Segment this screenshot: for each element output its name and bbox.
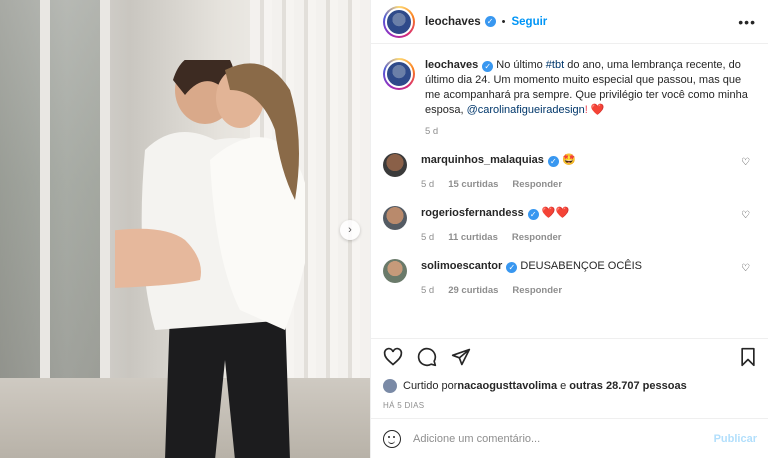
action-icons [383, 341, 757, 373]
separator-dot: • [501, 15, 506, 28]
next-photo-button[interactable]: › [340, 220, 360, 240]
verified-badge-icon: ✓ [484, 16, 496, 27]
comment-text: ❤️❤️ [541, 207, 570, 219]
like-comment-heart-icon[interactable]: ♡ [741, 263, 750, 274]
posted-ago: HÁ 5 DIAS [383, 401, 425, 410]
post-header: leochaves ✓ • Seguir ••• [371, 0, 768, 44]
like-comment-heart-icon[interactable]: ♡ [741, 157, 750, 168]
author-username[interactable]: leochaves [425, 16, 481, 28]
comment-username[interactable]: rogeriosfernandess [421, 207, 524, 219]
reply-button[interactable]: Responder [512, 179, 562, 190]
liker-username[interactable]: nacaogusttavolima [457, 380, 557, 392]
reply-button[interactable]: Responder [512, 285, 562, 296]
caption-username[interactable]: leochaves [425, 59, 478, 71]
caption: leochaves ✓ No último #tbt do ano, uma le… [383, 58, 756, 118]
follow-button[interactable]: Seguir [511, 16, 547, 28]
bookmark-icon[interactable] [739, 347, 757, 367]
comment-avatar[interactable] [383, 206, 407, 230]
chevron-right-icon: › [348, 224, 352, 236]
comment-likes[interactable]: 29 curtidas [448, 285, 498, 296]
add-comment-bar: Publicar [371, 418, 768, 458]
post-photo[interactable]: › [0, 0, 370, 458]
post-actions: Curtido por nacaogusttavolima e outras 2… [371, 338, 768, 410]
comment-item: solimoescantor ✓ DEUSABENÇOE OCÊIS 5 d 29… [383, 259, 756, 296]
caption-avatar[interactable] [383, 58, 415, 90]
couple-figure [115, 60, 305, 458]
liker-avatar [383, 379, 397, 393]
comment-time: 5 d [421, 232, 435, 243]
comment-username[interactable]: marquinhos_malaquias [421, 154, 544, 166]
like-comment-heart-icon[interactable]: ♡ [741, 210, 750, 221]
share-paper-plane-icon[interactable] [451, 347, 471, 367]
caption-text-end: ! ❤️ [584, 104, 605, 116]
post-side-panel: leochaves ✓ • Seguir ••• leochaves ✓ No ú… [370, 0, 768, 458]
hashtag-link[interactable]: #tbt [546, 59, 564, 71]
comment-item: rogeriosfernandess ✓ ❤️❤️ 5 d 11 curtidas… [383, 206, 756, 243]
comment-likes[interactable]: 11 curtidas [448, 232, 498, 243]
comments-list: leochaves ✓ No último #tbt do ano, uma le… [371, 44, 768, 338]
emoji-icon[interactable] [383, 429, 401, 448]
verified-badge-icon: ✓ [482, 61, 494, 72]
author-avatar[interactable] [383, 5, 415, 38]
comment-avatar[interactable] [383, 259, 407, 283]
likes-summary: Curtido por nacaogusttavolima e outras 2… [383, 379, 757, 393]
comment-input[interactable] [413, 432, 714, 445]
likes-middle: e [557, 380, 570, 392]
comment-likes[interactable]: 15 curtidas [448, 179, 498, 190]
caption-text: leochaves ✓ No último #tbt do ano, uma le… [425, 58, 755, 118]
mention-link[interactable]: @carolinafigueiradesign [467, 104, 585, 116]
comment-username[interactable]: solimoescantor [421, 260, 502, 272]
comment-bubble-icon[interactable] [417, 347, 437, 367]
caption-text-part: No último [493, 59, 546, 71]
likes-prefix: Curtido por [403, 380, 458, 392]
verified-badge-icon: ✓ [547, 156, 559, 167]
more-icon[interactable]: ••• [738, 14, 756, 30]
reply-button[interactable]: Responder [512, 232, 562, 243]
comment-text: 🤩 [561, 154, 576, 166]
instagram-post-modal: › leochaves ✓ • Seguir ••• leochaves ✓ No… [0, 0, 768, 458]
likes-others[interactable]: outras 28.707 pessoas [569, 380, 686, 392]
comment-time: 5 d [421, 179, 435, 190]
comment-avatar[interactable] [383, 153, 407, 177]
caption-time: 5 d [425, 126, 439, 137]
like-heart-icon[interactable] [383, 347, 403, 367]
verified-badge-icon: ✓ [506, 262, 518, 273]
comment-time: 5 d [421, 285, 435, 296]
comment-item: marquinhos_malaquias ✓ 🤩 5 d 15 curtidas … [383, 153, 756, 190]
verified-badge-icon: ✓ [527, 209, 539, 220]
publish-button[interactable]: Publicar [714, 433, 757, 445]
comment-text: DEUSABENÇOE OCÊIS [520, 260, 643, 272]
